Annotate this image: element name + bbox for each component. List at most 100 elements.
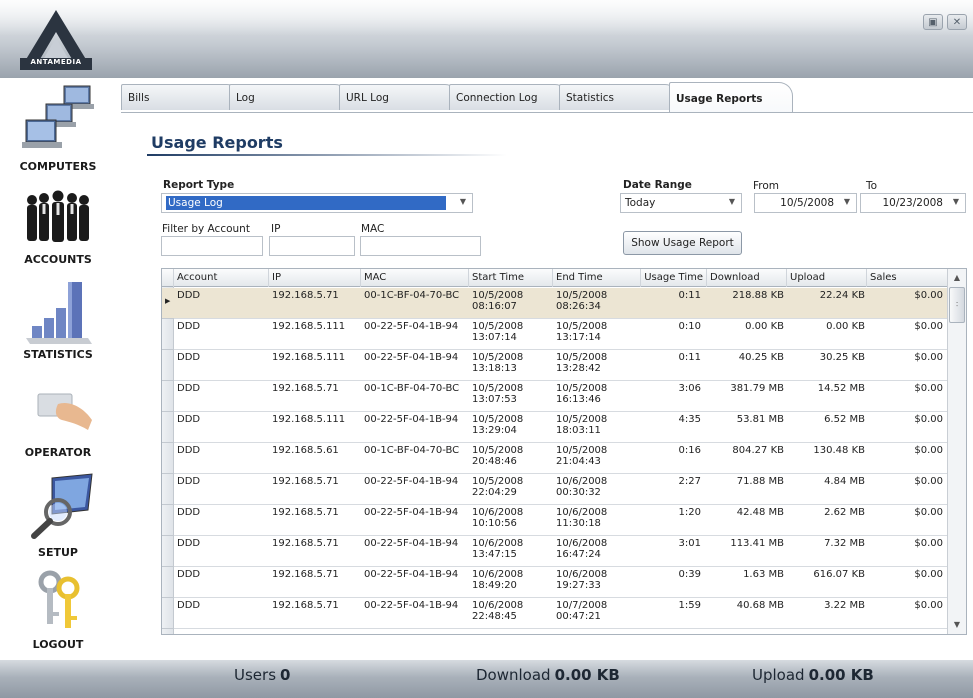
- cell-date: 10/5/2008: [472, 445, 524, 456]
- date-range-select[interactable]: Today ▼: [620, 193, 742, 213]
- sidebar-item-label: COMPUTERS: [19, 160, 97, 173]
- sidebar-item-operator[interactable]: OPERATOR: [0, 374, 116, 462]
- column-header-start-time[interactable]: Start Time: [469, 269, 553, 287]
- cell-end-time: 10/6/2008 00:30:32: [556, 476, 640, 498]
- cell-usage: 0:11: [678, 352, 701, 363]
- sidebar-item-label: STATISTICS: [23, 348, 93, 361]
- cell-download: 42.48 MB: [736, 507, 784, 518]
- cell-start-time: 10/5/2008 13:07:14: [472, 321, 552, 343]
- row-selector[interactable]: ▶: [162, 288, 174, 319]
- cell-usage: 4:35: [678, 414, 701, 425]
- setup-icon: [31, 473, 93, 539]
- cell-date: 10/7/2008: [556, 600, 608, 611]
- cell-usage: 1:20: [678, 507, 701, 518]
- close-icon[interactable]: ✕: [947, 14, 967, 30]
- sidebar-item-label: SETUP: [38, 546, 78, 559]
- vertical-scrollbar[interactable]: ▲ ∶ ▼: [947, 269, 966, 634]
- tab-statistics[interactable]: Statistics: [559, 84, 679, 110]
- cell-time: 13:28:42: [556, 363, 601, 374]
- column-header-ip[interactable]: IP: [269, 269, 361, 287]
- chevron-down-icon[interactable]: ▼: [729, 197, 735, 206]
- to-date-picker[interactable]: 10/23/2008 ▼: [860, 193, 966, 213]
- tab-usage-reports[interactable]: Usage Reports: [669, 82, 793, 113]
- table-row[interactable]: DDD 192.168.5.71 00-22-5F-04-1B-94 10/6/200…: [162, 598, 948, 629]
- chevron-down-icon[interactable]: ▼: [460, 197, 466, 206]
- cell-mac: 00-22-5F-04-1B-94: [364, 507, 459, 518]
- cell-time: 20:48:46: [472, 456, 517, 467]
- row-selector[interactable]: [162, 474, 174, 505]
- cell-upload: 30.25 KB: [819, 352, 865, 363]
- row-selector[interactable]: [162, 412, 174, 443]
- table-row[interactable]: ▶ DDD 192.168.5.71 00-1C-BF-04-70-BC 10/5/20…: [162, 288, 948, 319]
- sidebar-item-logout[interactable]: LOGOUT: [0, 568, 116, 656]
- chevron-down-icon[interactable]: ▼: [844, 197, 850, 206]
- row-selector[interactable]: [162, 536, 174, 567]
- chevron-down-icon[interactable]: ▼: [953, 197, 959, 206]
- row-selector[interactable]: [162, 381, 174, 412]
- row-selector[interactable]: [162, 319, 174, 350]
- sidebar-item-computers[interactable]: COMPUTERS: [0, 82, 116, 174]
- title-underline: [147, 154, 507, 156]
- column-header-sales[interactable]: Sales: [867, 269, 948, 287]
- row-selector[interactable]: [162, 598, 174, 629]
- cell-account: DDD: [177, 569, 201, 580]
- cell-usage: 2:27: [678, 476, 701, 487]
- tab-bills[interactable]: Bills: [121, 84, 241, 110]
- table-row[interactable]: DDD 192.168.5.111 00-22-5F-04-1B-94 10/5/20…: [162, 412, 948, 443]
- table-row[interactable]: DDD 192.168.5.71 00-22-5F-04-1B-94 10/6/200…: [162, 536, 948, 567]
- table-row[interactable]: DDD 192.168.5.71 00-1C-BF-04-70-BC 10/5/200…: [162, 381, 948, 412]
- cell-date: 10/5/2008: [556, 290, 608, 301]
- account-filter-input[interactable]: [161, 236, 263, 256]
- sidebar-item-setup[interactable]: SETUP: [0, 472, 116, 560]
- scroll-thumb[interactable]: ∶: [949, 287, 965, 323]
- row-selector[interactable]: [162, 443, 174, 474]
- column-header-usage-time[interactable]: Usage Time: [641, 269, 707, 287]
- cell-time: 13:29:04: [472, 425, 517, 436]
- scroll-down-icon[interactable]: ▼: [948, 617, 966, 633]
- cell-time: 08:16:07: [472, 301, 517, 312]
- sidebar-item-accounts[interactable]: ACCOUNTS: [0, 182, 116, 268]
- cell-mac: 00-1C-BF-04-70-BC: [364, 290, 460, 301]
- cell-upload: 7.32 MB: [824, 538, 865, 549]
- mac-filter-input[interactable]: [360, 236, 481, 256]
- table-row[interactable]: DDD 192.168.5.71 00-22-5F-04-1B-94 10/5/200…: [162, 474, 948, 505]
- cell-upload: 6.52 MB: [824, 414, 865, 425]
- column-header-mac[interactable]: MAC: [361, 269, 469, 287]
- table-row[interactable]: DDD 192.168.5.111 00-22-5F-04-1B-94 10/5/20…: [162, 319, 948, 350]
- column-header-download[interactable]: Download: [707, 269, 787, 287]
- cell-time: 00:30:32: [556, 487, 601, 498]
- row-selector[interactable]: [162, 505, 174, 536]
- cell-time: 13:47:15: [472, 549, 517, 560]
- ip-filter-input[interactable]: [269, 236, 355, 256]
- cell-date: 10/5/2008: [556, 414, 608, 425]
- row-selector[interactable]: [162, 567, 174, 598]
- cell-date: 10/6/2008: [472, 600, 524, 611]
- cell-date: 10/6/2008: [472, 569, 524, 580]
- tab-url-log[interactable]: URL Log: [339, 84, 459, 110]
- cell-upload: 22.24 KB: [819, 290, 865, 301]
- table-row[interactable]: DDD 192.168.5.71 00-22-5F-04-1B-94 10/6/200…: [162, 567, 948, 598]
- from-date-picker[interactable]: 10/5/2008 ▼: [754, 193, 857, 213]
- column-header-end-time[interactable]: End Time: [553, 269, 641, 287]
- users-label: Users: [234, 666, 277, 684]
- cell-upload: 3.22 MB: [824, 600, 865, 611]
- cell-end-time: 10/5/2008 13:28:42: [556, 352, 640, 374]
- cell-start-time: 10/5/2008 20:48:46: [472, 445, 552, 467]
- sidebar-item-statistics[interactable]: STATISTICS: [0, 274, 116, 364]
- cell-account: DDD: [177, 352, 201, 363]
- download-status: Download 0.00 KB: [476, 666, 620, 684]
- table-row[interactable]: DDD 192.168.5.71 00-22-5F-04-1B-94 10/6/200…: [162, 505, 948, 536]
- report-type-select[interactable]: Usage Log ▼: [161, 193, 473, 213]
- row-selector[interactable]: [162, 350, 174, 381]
- column-header-upload[interactable]: Upload: [787, 269, 867, 287]
- restore-icon[interactable]: ▣: [923, 14, 943, 30]
- column-header-account[interactable]: Account: [174, 269, 269, 287]
- scroll-up-icon[interactable]: ▲: [948, 270, 966, 286]
- tab-log[interactable]: Log: [229, 84, 349, 110]
- tab-connection-log[interactable]: Connection Log: [449, 84, 569, 110]
- table-row[interactable]: DDD 192.168.5.111 00-22-5F-04-1B-94 10/5/20…: [162, 350, 948, 381]
- table-row[interactable]: DDD 192.168.5.61 00-1C-BF-04-70-BC 10/5/200…: [162, 443, 948, 474]
- show-usage-report-button[interactable]: Show Usage Report: [623, 231, 742, 255]
- operator-icon: [37, 393, 92, 430]
- logo-text: ANTAMEDIA: [30, 58, 82, 66]
